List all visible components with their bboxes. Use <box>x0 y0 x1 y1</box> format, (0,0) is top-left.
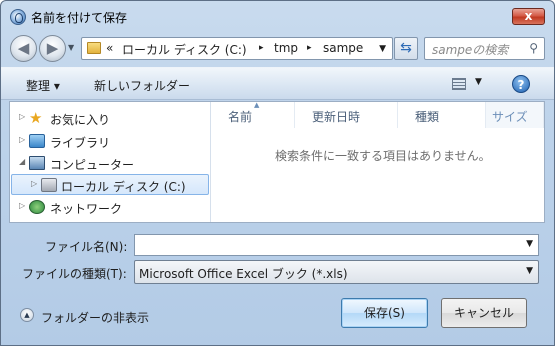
hard-disk-icon <box>41 178 57 192</box>
column-header-label: 更新日時 <box>312 110 361 124</box>
nav-item-label: お気に入り <box>50 113 111 127</box>
column-header-type[interactable]: 種類 <box>398 102 486 128</box>
window-title: 名前を付けて保存 <box>31 11 128 25</box>
save-button[interactable]: 保存(S) <box>341 298 428 328</box>
column-header-modified[interactable]: 更新日時 <box>295 102 398 128</box>
breadcrumb-local-disk[interactable]: ローカル ディスク (C:) <box>122 41 247 58</box>
empty-list-message: 検索条件に一致する項目はありません。 <box>275 149 491 163</box>
computer-icon <box>29 156 45 170</box>
browser-pane: ▷ ★ お気に入り ▷ ライブラリ ◢ コンピューター ▷ ローカル ディスク … <box>9 101 545 223</box>
refresh-button[interactable]: ⇆ <box>394 37 418 60</box>
recent-pages-dropdown-icon[interactable]: ▼ <box>68 43 77 53</box>
nav-item-network[interactable]: ▷ ネットワーク <box>10 197 210 218</box>
sort-ascending-icon: ▲ <box>254 101 260 109</box>
nav-item-label: ローカル ディスク (C:) <box>61 180 186 194</box>
organize-button[interactable]: 整理 ▾ <box>26 77 60 94</box>
library-icon <box>29 134 45 148</box>
nav-item-label: ライブラリ <box>50 136 111 150</box>
search-placeholder: sampeの検索 <box>432 43 509 57</box>
command-toolbar: 整理 ▾ 新しいフォルダー ▼ ? <box>1 67 554 100</box>
column-header-label: 名前 <box>228 110 253 124</box>
expand-icon[interactable]: ▷ <box>19 201 25 210</box>
nav-item-label: ネットワーク <box>50 202 123 216</box>
breadcrumb-separator-icon[interactable]: ▸ <box>307 43 312 53</box>
column-header-name[interactable]: ▲ 名前 <box>211 101 295 128</box>
help-icon[interactable]: ? <box>512 75 530 93</box>
column-header-size[interactable]: サイズ <box>486 102 544 128</box>
nav-item-favorites[interactable]: ▷ ★ お気に入り <box>10 108 210 129</box>
change-view-icon[interactable] <box>452 78 466 90</box>
search-icon: ⚲ <box>529 41 538 55</box>
column-header-label: 種類 <box>415 110 440 124</box>
new-folder-button[interactable]: 新しいフォルダー <box>94 77 190 94</box>
title-bar: 名前を付けて保存 x <box>1 1 554 31</box>
address-dropdown-icon[interactable]: ▼ <box>379 44 386 54</box>
app-icon <box>10 9 26 25</box>
filetype-label: ファイルの種類(T): <box>22 267 127 281</box>
collapse-folders-icon[interactable]: ▲ <box>20 308 34 322</box>
view-options-dropdown-icon[interactable]: ▼ <box>475 77 482 87</box>
hide-folders-button[interactable]: フォルダーの非表示 <box>41 309 149 326</box>
expand-icon[interactable]: ▷ <box>31 179 37 188</box>
nav-item-local-disk[interactable]: ▷ ローカル ディスク (C:) <box>11 174 209 195</box>
network-icon <box>29 200 45 214</box>
filename-history-dropdown-icon[interactable]: ▼ <box>526 239 533 249</box>
nav-item-libraries[interactable]: ▷ ライブラリ <box>10 131 210 152</box>
address-bar[interactable]: « ローカル ディスク (C:) ▸ tmp ▸ sampe ▼ <box>81 37 393 60</box>
nav-item-computer[interactable]: ◢ コンピューター <box>10 153 210 174</box>
close-button[interactable]: x <box>512 8 545 25</box>
back-button[interactable]: ◀ <box>10 35 37 62</box>
chevron-down-icon[interactable]: ▼ <box>526 266 533 276</box>
folder-icon <box>87 42 101 54</box>
breadcrumb-tmp[interactable]: tmp <box>274 41 298 55</box>
breadcrumb-sampe[interactable]: sampe <box>323 41 363 55</box>
collapse-icon[interactable]: ◢ <box>19 157 25 166</box>
save-as-dialog: 名前を付けて保存 x ◀ ▶ ▼ « ローカル ディスク (C:) ▸ tmp … <box>0 0 555 346</box>
expand-icon[interactable]: ▷ <box>19 135 25 144</box>
star-icon: ★ <box>29 109 43 127</box>
column-header-label: サイズ <box>492 110 528 124</box>
expand-icon[interactable]: ▷ <box>19 112 25 121</box>
filename-field[interactable]: ▼ <box>134 234 539 256</box>
forward-button[interactable]: ▶ <box>39 35 66 62</box>
filetype-value: Microsoft Office Excel ブック (*.xls) <box>139 267 348 281</box>
navigation-pane: ▷ ★ お気に入り ▷ ライブラリ ◢ コンピューター ▷ ローカル ディスク … <box>10 102 211 222</box>
filetype-select[interactable]: Microsoft Office Excel ブック (*.xls) ▼ <box>134 260 539 284</box>
filename-label: ファイル名(N): <box>45 240 128 254</box>
address-overflow-chevron[interactable]: « <box>106 41 113 55</box>
file-list: ▲ 名前 更新日時 種類 サイズ 検索条件に一致する項目はありません。 <box>211 101 545 222</box>
breadcrumb-separator-icon[interactable]: ▸ <box>259 43 264 53</box>
search-input[interactable]: sampeの検索 ⚲ <box>424 37 545 60</box>
cancel-button[interactable]: キャンセル <box>441 298 527 328</box>
nav-item-label: コンピューター <box>50 158 135 172</box>
